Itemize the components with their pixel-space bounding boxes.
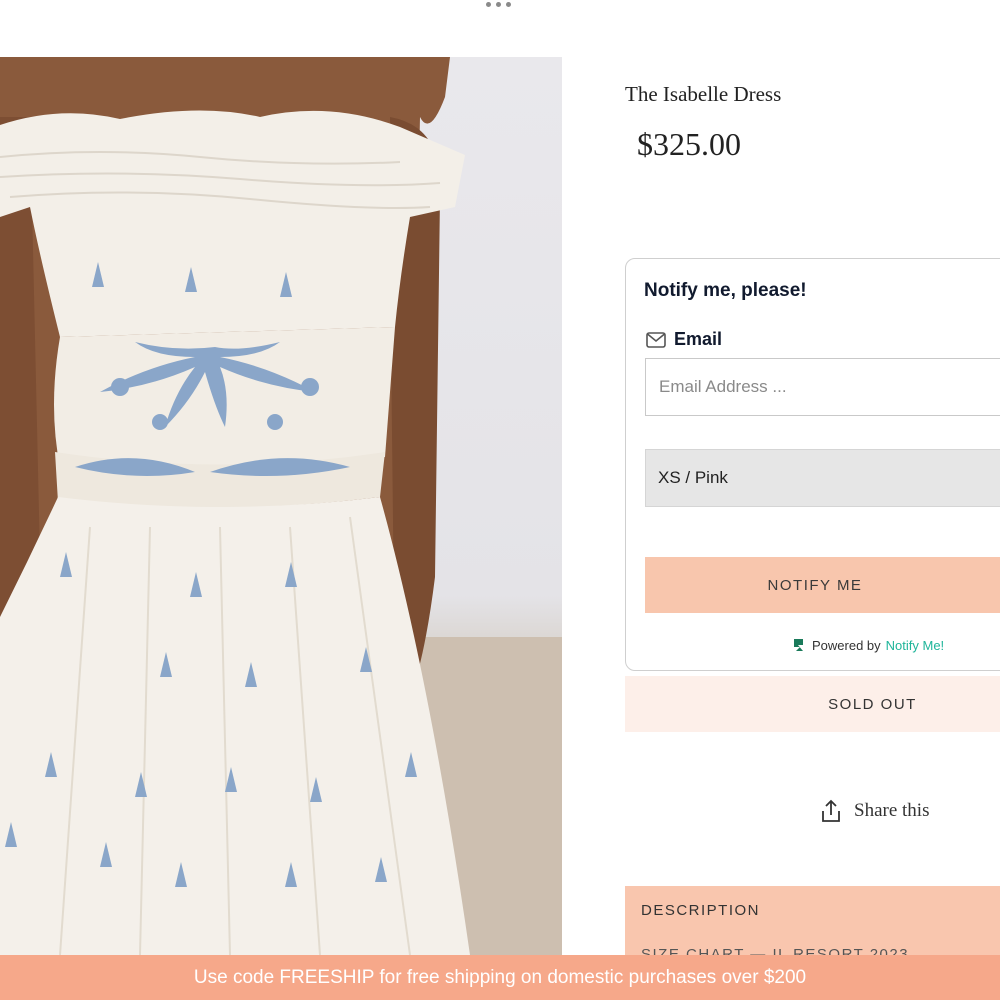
share-button[interactable]: Share this (820, 799, 929, 823)
variant-select[interactable]: XS / Pink (645, 449, 1000, 507)
promo-bar: Use code FREESHIP for free shipping on d… (0, 955, 1000, 1000)
promo-text: Use code FREESHIP for free shipping on d… (193, 966, 807, 988)
description-label: DESCRIPTION (641, 902, 761, 919)
share-icon (822, 799, 840, 822)
notify-me-brand-link[interactable]: Notify Me! (886, 638, 945, 653)
sold-out-button[interactable]: SOLD OUT (625, 676, 1000, 732)
email-label-row: Email (646, 329, 722, 350)
envelope-icon (646, 331, 666, 348)
product-title: The Isabelle Dress (625, 82, 782, 106)
notify-me-form: Notify me, please! Email XS / Pink NOTIF… (625, 258, 1000, 671)
product-image (0, 57, 562, 955)
email-label: Email (674, 329, 723, 349)
more-icon[interactable] (486, 0, 514, 10)
email-input[interactable] (645, 358, 1000, 416)
notify-logo-icon (794, 639, 803, 651)
dress-photo-illustration (0, 57, 562, 955)
product-price: $325.00 (637, 126, 741, 162)
powered-by-label: Powered by (812, 637, 881, 653)
share-label: Share this (854, 800, 930, 821)
description-accordion[interactable]: DESCRIPTION SIZE CHART — IL RESORT 2023 (625, 886, 1000, 956)
notify-heading: Notify me, please! (644, 280, 807, 301)
powered-by: Powered by Notify Me! (792, 637, 944, 653)
notify-me-button[interactable]: NOTIFY ME (645, 557, 1000, 613)
